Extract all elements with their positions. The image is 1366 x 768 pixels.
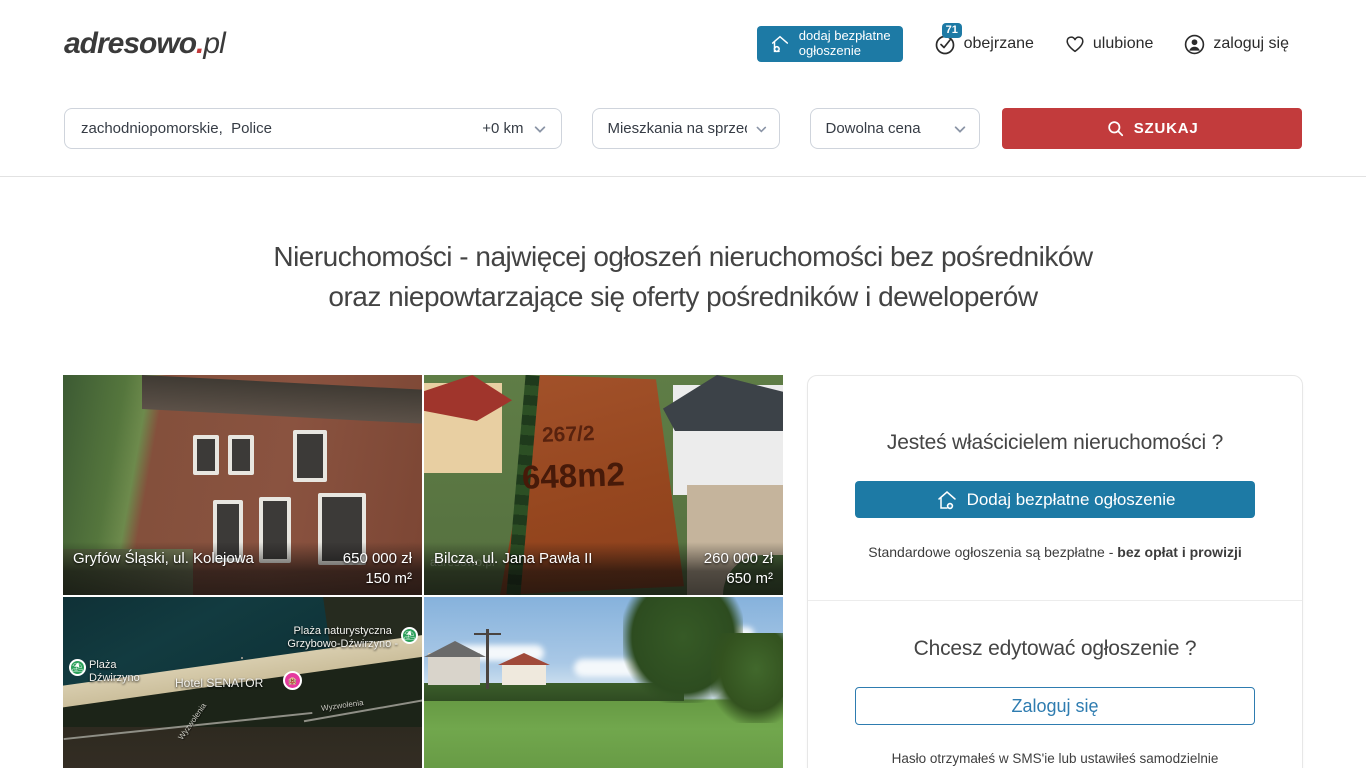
location-box[interactable]: +0 km <box>64 108 562 149</box>
listing-photo <box>424 597 783 768</box>
listing-card[interactable]: 267/2 648m2 adresowo.pl Bilcza, ul. Jana… <box>424 375 783 595</box>
map-pin-hotel-icon: 🏨 <box>283 671 302 690</box>
price-value: Dowolna cena <box>825 120 920 137</box>
check-circle-icon: 71 <box>933 32 957 56</box>
map-label-beach-far: Plaża naturystyczna Grzybowo-Dźwirzyno - <box>287 625 398 651</box>
logo-name: adresowo <box>64 27 196 60</box>
listing-card[interactable]: Plaża naturystyczna Grzybowo-Dźwirzyno -… <box>63 597 422 768</box>
listing-map: Plaża naturystyczna Grzybowo-Dźwirzyno -… <box>63 597 422 768</box>
owner-panel-heading: Jesteś właścicielem nieruchomości ? <box>887 431 1223 455</box>
page-title-line1: Nieruchomości - najwięcej ogłoszeń nieru… <box>0 237 1366 277</box>
header-divider <box>0 176 1366 177</box>
add-free-listing-button[interactable]: Dodaj bezpłatne ogłoszenie <box>855 481 1255 518</box>
listing-location: Gryfów Śląski, ul. Kolejowa <box>73 549 254 569</box>
listing-caption: Bilcza, ul. Jana Pawła II 260 000 zł 650… <box>424 542 783 595</box>
map-pin-beach-icon: ⛱ <box>401 627 418 644</box>
house-plus-icon <box>769 33 791 55</box>
listing-card[interactable]: Gryfów Śląski, ul. Kolejowa 650 000 zł 1… <box>63 375 422 595</box>
login-link[interactable]: zaloguj się <box>1183 33 1289 56</box>
favorites-label: ulubione <box>1093 35 1154 53</box>
map-pin-beach-icon: ⛱ <box>69 659 86 676</box>
listing-area: 650 m² <box>434 569 773 589</box>
radius-select[interactable]: +0 km <box>482 120 547 137</box>
owner-panel: Jesteś właścicielem nieruchomości ? Doda… <box>808 376 1302 600</box>
radius-value: +0 km <box>482 120 523 137</box>
search-bar: +0 km Mieszkania na sprzeda Dowolna cena… <box>0 88 1366 176</box>
heart-icon <box>1064 33 1086 55</box>
add-free-listing-label: Dodaj bezpłatne ogłoszenie <box>967 490 1176 510</box>
login-button-label: Zaloguj się <box>1011 696 1098 717</box>
price-select[interactable]: Dowolna cena <box>810 108 980 149</box>
parcel-area-label: 648m2 <box>521 455 625 497</box>
edit-panel-note: Hasło otrzymałeś w SMS'ie lub ustawiłeś … <box>892 751 1219 766</box>
logo[interactable]: adresowo.pl <box>64 27 225 61</box>
listing-price: 260 000 zł <box>704 549 773 569</box>
page-title-line2: oraz niepowtarzające się oferty pośredni… <box>0 277 1366 317</box>
chevron-down-icon <box>755 122 768 136</box>
listing-caption: Gryfów Śląski, ul. Kolejowa 650 000 zł 1… <box>63 542 422 595</box>
user-icon <box>1183 33 1206 56</box>
map-label-hotel: Hotel SENATOR <box>175 677 263 690</box>
header: adresowo.pl dodaj bezpłatne ogłoszenie <box>0 0 1366 88</box>
sidebar: Jesteś właścicielem nieruchomości ? Doda… <box>807 375 1303 768</box>
viewed-link[interactable]: 71 obejrzane <box>933 32 1034 56</box>
add-listing-label: dodaj bezpłatne ogłoszenie <box>799 29 891 59</box>
chevron-down-icon <box>533 122 547 136</box>
owner-panel-note: Standardowe ogłoszenia są bezpłatne - be… <box>868 544 1242 560</box>
location-input[interactable] <box>81 120 474 137</box>
listings-grid: Gryfów Śląski, ul. Kolejowa 650 000 zł 1… <box>63 375 783 768</box>
edit-panel-heading: Chcesz edytować ogłoszenie ? <box>914 637 1197 661</box>
search-button-label: SZUKAJ <box>1134 120 1199 137</box>
viewed-label: obejrzane <box>964 35 1034 53</box>
favorites-link[interactable]: ulubione <box>1064 33 1154 55</box>
listing-location: Bilcza, ul. Jana Pawła II <box>434 549 592 569</box>
logo-tld: pl <box>203 27 224 60</box>
edit-panel: Chcesz edytować ogłoszenie ? Zaloguj się… <box>808 600 1302 768</box>
parcel-number-label: 267/2 <box>542 422 595 448</box>
header-actions: dodaj bezpłatne ogłoszenie 71 obejrzane … <box>757 26 1289 62</box>
page-title: Nieruchomości - najwięcej ogłoszeń nieru… <box>0 237 1366 317</box>
map-label-beach-near: Plaża Dźwirzyno <box>89 659 140 685</box>
listing-card[interactable]: Grojec, ul. Regienna 801 000 zł <box>424 597 783 768</box>
search-button[interactable]: SZUKAJ <box>1002 108 1302 149</box>
house-plus-icon <box>935 488 959 512</box>
listing-price: 650 000 zł <box>343 549 412 569</box>
listing-area: 150 m² <box>73 569 412 589</box>
login-button[interactable]: Zaloguj się <box>855 687 1255 725</box>
search-icon <box>1106 119 1125 138</box>
login-label: zaloguj się <box>1213 35 1289 53</box>
viewed-badge: 71 <box>942 23 962 38</box>
main: Nieruchomości - najwięcej ogłoszeń nieru… <box>0 237 1366 768</box>
add-listing-button[interactable]: dodaj bezpłatne ogłoszenie <box>757 26 903 62</box>
category-select[interactable]: Mieszkania na sprzeda <box>592 108 780 149</box>
category-value: Mieszkania na sprzeda <box>607 120 746 137</box>
chevron-down-icon <box>953 122 967 136</box>
